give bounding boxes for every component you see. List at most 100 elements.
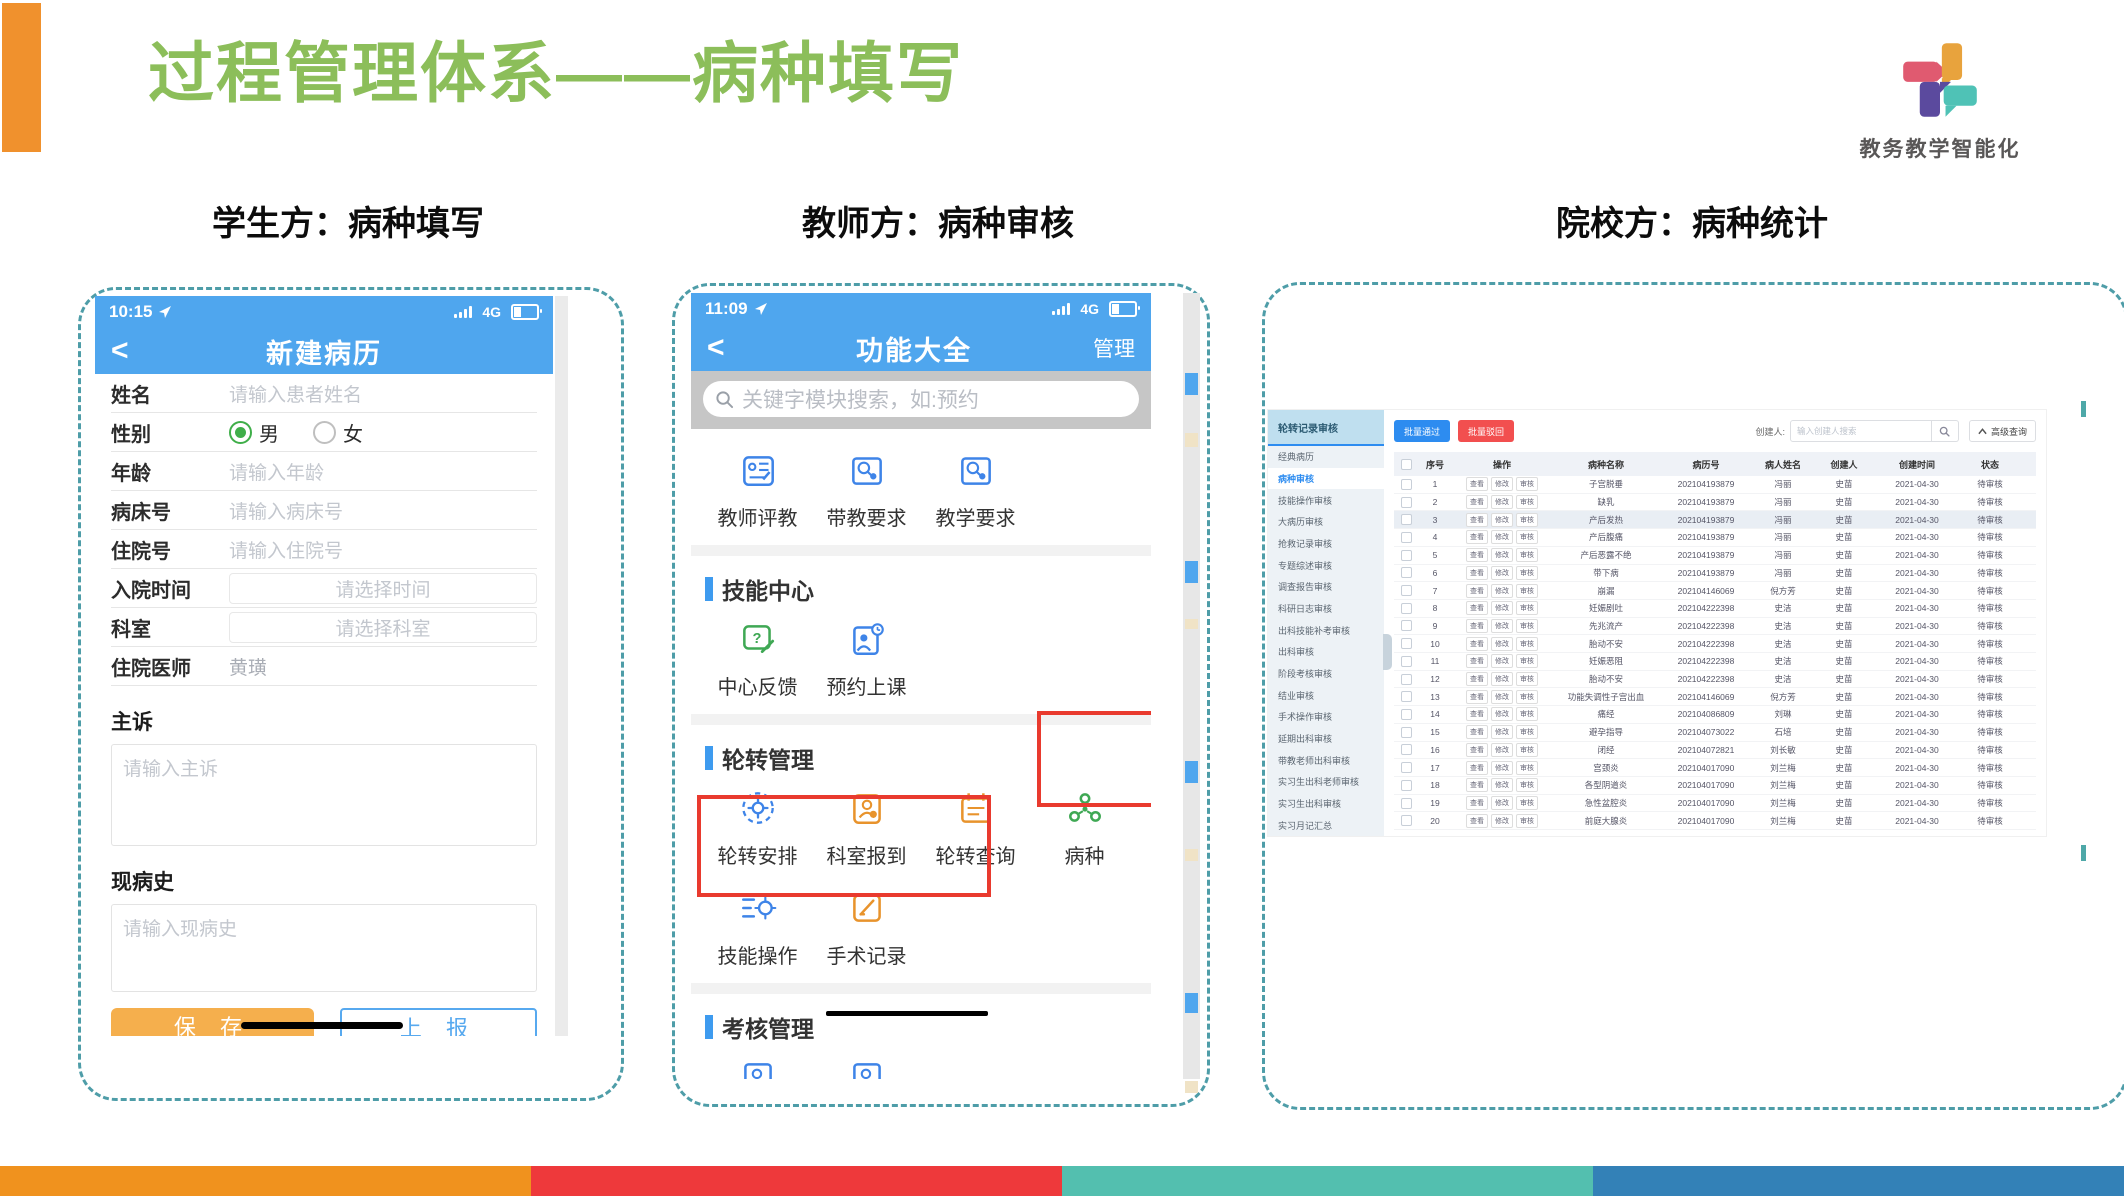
row-checkbox[interactable] [1401, 497, 1412, 508]
sidebar-item[interactable]: 出科审核 [1268, 641, 1384, 663]
app-item[interactable]: 预约上课 [812, 606, 921, 706]
action-button-查看[interactable]: 查看 [1466, 477, 1488, 491]
field-placeholder[interactable]: 请输入年龄 [229, 458, 324, 485]
action-button-查看[interactable]: 查看 [1466, 619, 1488, 633]
field-select-box[interactable]: 请选择时间 [229, 573, 537, 604]
action-button-查看[interactable]: 查看 [1466, 654, 1488, 668]
batch-approve-button[interactable]: 批量通过 [1394, 420, 1450, 442]
radio-selected-icon[interactable] [229, 421, 252, 444]
advanced-search-button[interactable]: 高级查询 [1969, 420, 2036, 442]
sidebar-item[interactable]: 结业审核 [1268, 684, 1384, 706]
action-button-审核[interactable]: 审核 [1516, 725, 1538, 739]
action-button-修改[interactable]: 修改 [1491, 495, 1513, 509]
sidebar-item[interactable]: 手术操作审核 [1268, 706, 1384, 728]
action-button-修改[interactable]: 修改 [1491, 743, 1513, 757]
row-checkbox[interactable] [1401, 674, 1412, 685]
action-button-查看[interactable]: 查看 [1466, 566, 1488, 580]
action-button-查看[interactable]: 查看 [1466, 495, 1488, 509]
sidebar-item[interactable]: 经典病历 [1268, 446, 1384, 468]
sidebar-item[interactable]: 延期出科审核 [1268, 728, 1384, 750]
sidebar-item[interactable]: 实习生出科老师审核 [1268, 771, 1384, 793]
action-button-查看[interactable]: 查看 [1466, 743, 1488, 757]
back-chevron-icon[interactable]: < [707, 331, 753, 365]
action-button-审核[interactable]: 审核 [1516, 619, 1538, 633]
field-placeholder[interactable]: 请输入病床号 [229, 497, 343, 524]
action-button-审核[interactable]: 审核 [1516, 548, 1538, 562]
textarea-input[interactable]: 请输入现病史 [111, 904, 537, 992]
scroll-track[interactable] [555, 296, 568, 1036]
sidebar-item[interactable]: 阶段考核审核 [1268, 663, 1384, 685]
action-button-修改[interactable]: 修改 [1491, 477, 1513, 491]
row-checkbox[interactable] [1401, 815, 1412, 826]
action-button-查看[interactable]: 查看 [1466, 778, 1488, 792]
action-button-审核[interactable]: 审核 [1516, 796, 1538, 810]
action-button-查看[interactable]: 查看 [1466, 601, 1488, 615]
gender-radio-option[interactable]: 女 [313, 418, 363, 447]
action-button-审核[interactable]: 审核 [1516, 814, 1538, 828]
sidebar-item[interactable]: 出科技能补考审核 [1268, 619, 1384, 641]
action-button-审核[interactable]: 审核 [1516, 637, 1538, 651]
row-checkbox[interactable] [1401, 798, 1412, 809]
action-button-审核[interactable]: 审核 [1516, 672, 1538, 686]
action-button-修改[interactable]: 修改 [1491, 761, 1513, 775]
action-button-修改[interactable]: 修改 [1491, 566, 1513, 580]
search-input[interactable]: 关键字模块搜索，如:预约 [703, 381, 1139, 417]
creator-search-button[interactable] [1932, 420, 1959, 442]
action-button-查看[interactable]: 查看 [1466, 814, 1488, 828]
row-checkbox[interactable] [1401, 550, 1412, 561]
sidebar-item[interactable]: 实习月记汇总 [1268, 814, 1384, 836]
row-checkbox[interactable] [1401, 780, 1412, 791]
row-checkbox[interactable] [1401, 638, 1412, 649]
batch-reject-button[interactable]: 批量驳回 [1458, 420, 1514, 442]
row-checkbox[interactable] [1401, 585, 1412, 596]
field-placeholder[interactable]: 请输入患者姓名 [229, 380, 362, 407]
action-button-审核[interactable]: 审核 [1516, 690, 1538, 704]
action-button-修改[interactable]: 修改 [1491, 637, 1513, 651]
action-button-查看[interactable]: 查看 [1466, 513, 1488, 527]
app-item[interactable]: 带教要求 [812, 437, 921, 537]
row-checkbox[interactable] [1401, 532, 1412, 543]
row-checkbox[interactable] [1401, 709, 1412, 720]
row-checkbox[interactable] [1401, 620, 1412, 631]
action-button-修改[interactable]: 修改 [1491, 672, 1513, 686]
action-button-查看[interactable]: 查看 [1466, 584, 1488, 598]
action-button-修改[interactable]: 修改 [1491, 619, 1513, 633]
action-button-查看[interactable]: 查看 [1466, 707, 1488, 721]
row-checkbox[interactable] [1401, 691, 1412, 702]
select-all-checkbox[interactable] [1401, 459, 1412, 470]
app-item[interactable]: 教师评教 [703, 437, 812, 537]
row-checkbox[interactable] [1401, 656, 1412, 667]
action-button-审核[interactable]: 审核 [1516, 601, 1538, 615]
action-button-审核[interactable]: 审核 [1516, 530, 1538, 544]
action-button-查看[interactable]: 查看 [1466, 637, 1488, 651]
creator-search-input[interactable]: 输入创建人搜索 [1790, 420, 1932, 442]
field-placeholder[interactable]: 请输入住院号 [229, 536, 343, 563]
manage-button[interactable]: 管理 [1075, 333, 1135, 363]
action-button-查看[interactable]: 查看 [1466, 796, 1488, 810]
row-checkbox[interactable] [1401, 727, 1412, 738]
action-button-审核[interactable]: 审核 [1516, 761, 1538, 775]
action-button-修改[interactable]: 修改 [1491, 778, 1513, 792]
action-button-审核[interactable]: 审核 [1516, 778, 1538, 792]
action-button-审核[interactable]: 审核 [1516, 513, 1538, 527]
row-checkbox[interactable] [1401, 514, 1412, 525]
action-button-审核[interactable]: 审核 [1516, 707, 1538, 721]
action-button-查看[interactable]: 查看 [1466, 690, 1488, 704]
sidebar-item[interactable]: 技能操作审核 [1268, 489, 1384, 511]
action-button-查看[interactable]: 查看 [1466, 725, 1488, 739]
action-button-审核[interactable]: 审核 [1516, 743, 1538, 757]
textarea-input[interactable]: 请输入主诉 [111, 744, 537, 846]
action-button-查看[interactable]: 查看 [1466, 672, 1488, 686]
sidebar-item[interactable]: 带教老师出科审核 [1268, 749, 1384, 771]
row-checkbox[interactable] [1401, 744, 1412, 755]
app-item[interactable]: 出科考核 [703, 1044, 812, 1079]
action-button-审核[interactable]: 审核 [1516, 477, 1538, 491]
action-button-审核[interactable]: 审核 [1516, 584, 1538, 598]
action-button-修改[interactable]: 修改 [1491, 796, 1513, 810]
radio-unselected-icon[interactable] [313, 421, 336, 444]
action-button-修改[interactable]: 修改 [1491, 548, 1513, 562]
action-button-修改[interactable]: 修改 [1491, 814, 1513, 828]
sidebar-collapse-handle[interactable] [1383, 634, 1392, 670]
action-button-查看[interactable]: 查看 [1466, 761, 1488, 775]
action-button-审核[interactable]: 审核 [1516, 566, 1538, 580]
